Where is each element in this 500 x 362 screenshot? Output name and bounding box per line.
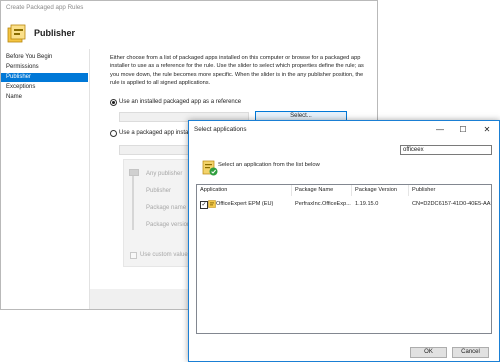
option-installer-label: Use a packaged app installer (119, 130, 197, 136)
cell-application: OfficeExpert EPM (EU) (216, 201, 274, 207)
cancel-button[interactable]: Cancel (452, 347, 489, 358)
wizard-header: Publisher (1, 19, 377, 50)
field-package-version: Package version (146, 222, 191, 228)
radio-installed-app[interactable] (110, 99, 117, 106)
wizard-nav: Before You Begin Permissions Publisher E… (1, 49, 90, 309)
row-checkbox[interactable]: ✓ (200, 201, 208, 209)
dialog-title: Select applications (194, 126, 247, 133)
column-publisher[interactable]: Publisher (409, 185, 491, 196)
maximize-icon[interactable]: ☐ (452, 121, 474, 139)
installer-path-field[interactable] (119, 145, 189, 155)
nav-name[interactable]: Name (1, 93, 88, 102)
nav-publisher[interactable]: Publisher (1, 73, 88, 82)
column-package-name[interactable]: Package Name (292, 185, 352, 196)
applications-table: Application Package Name Package Version… (196, 184, 492, 334)
application-check-icon (202, 160, 218, 176)
close-icon[interactable]: ✕ (476, 121, 498, 139)
custom-values-label: Use custom values (140, 252, 191, 258)
minimize-icon[interactable]: — (429, 121, 451, 139)
column-package-version[interactable]: Package Version (352, 185, 409, 196)
field-publisher: Publisher (146, 188, 172, 194)
window-title: Create Packaged app Rules (1, 1, 377, 19)
publisher-description: Either choose from a list of packaged ap… (110, 55, 364, 86)
nav-exceptions[interactable]: Exceptions (1, 83, 88, 92)
search-input[interactable]: officeex (400, 145, 492, 155)
field-package-name: Package name (146, 205, 187, 211)
slider-track[interactable] (132, 170, 134, 230)
field-any-publisher: Any publisher (146, 171, 183, 177)
cell-package-name: PerfraxInc.OfficeExp... (295, 201, 351, 207)
cell-package-version: 1.19.15.0 (355, 201, 379, 207)
slider-thumb[interactable] (129, 169, 139, 176)
column-application[interactable]: Application (197, 185, 292, 196)
radio-installer[interactable] (110, 130, 117, 137)
nav-permissions[interactable]: Permissions (1, 63, 88, 72)
ok-button[interactable]: OK (410, 347, 447, 358)
dialog-titlebar: Select applications — ☐ ✕ (189, 121, 499, 139)
cell-publisher: CN=D2DC6157-41D0-40E5-AAFD-4E (412, 201, 491, 207)
package-icon (208, 200, 216, 208)
nav-before-you-begin[interactable]: Before You Begin (1, 53, 88, 62)
dialog-instruction: Select an application from the list belo… (218, 162, 320, 168)
option-installed-label: Use an installed packaged app as a refer… (119, 99, 242, 105)
custom-values-checkbox[interactable] (130, 252, 137, 259)
table-row[interactable]: ✓ OfficeExpert EPM (EU) PerfraxInc.Offic… (197, 199, 491, 210)
select-applications-dialog: Select applications — ☐ ✕ officeex Selec… (188, 120, 500, 362)
package-rule-icon (7, 24, 26, 43)
page-title: Publisher (34, 28, 76, 38)
